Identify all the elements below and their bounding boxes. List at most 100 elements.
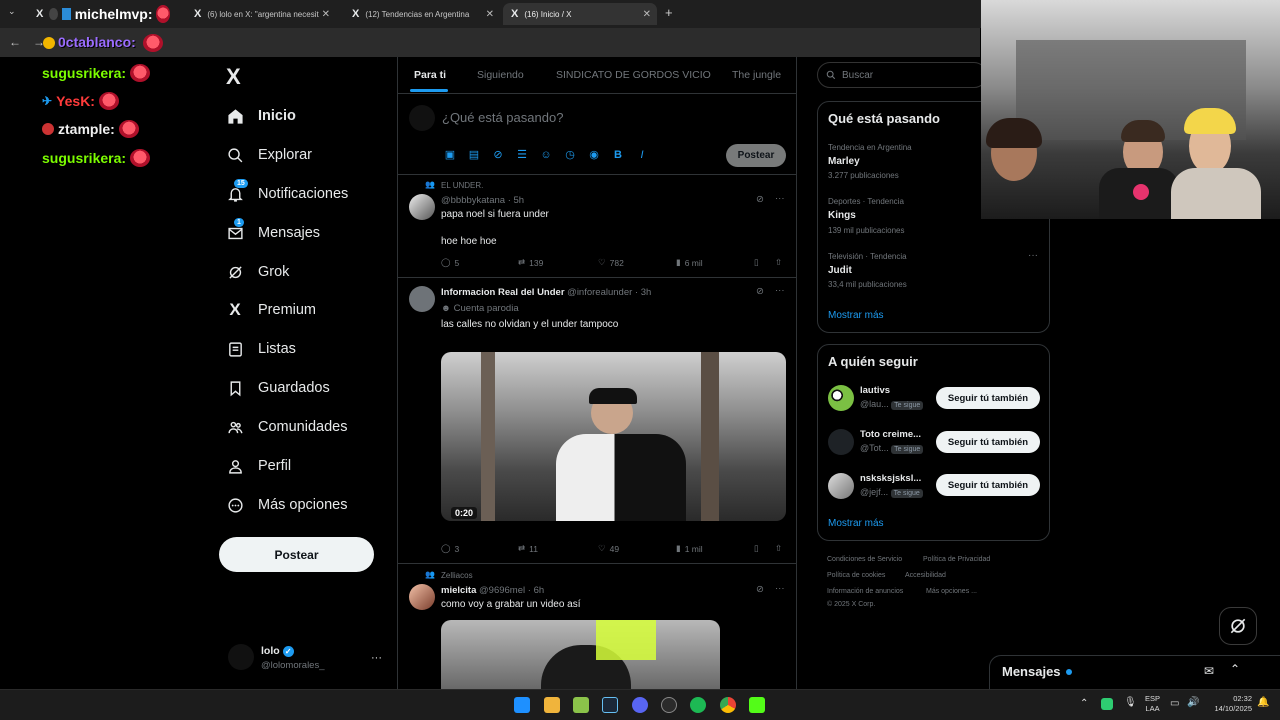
- footer-link[interactable]: Condiciones de Servicio: [827, 556, 902, 563]
- sidebar-item-explorar[interactable]: Explorar: [226, 143, 312, 167]
- clock[interactable]: 02:32 14/10/2025: [1208, 694, 1252, 714]
- sidebar-item-guardados[interactable]: Guardados: [226, 376, 330, 400]
- tweet-header[interactable]: @bbbbykatana · 5h: [441, 195, 524, 206]
- account-name[interactable]: lolo ✓: [261, 645, 294, 657]
- poll-icon[interactable]: ☰: [516, 149, 528, 161]
- tab-the-jungle[interactable]: The jungle: [732, 69, 781, 81]
- chrome-icon[interactable]: [720, 697, 736, 713]
- network-icon[interactable]: ▭: [1170, 698, 1179, 709]
- repost-button[interactable]: ⇄ 139: [518, 257, 543, 268]
- kick-icon[interactable]: [749, 697, 765, 713]
- show-more-link[interactable]: Mostrar más: [828, 310, 884, 321]
- emoji-icon[interactable]: ☺: [540, 149, 552, 161]
- location-icon[interactable]: ◉: [588, 149, 600, 161]
- sidebar-item-listas[interactable]: Listas: [226, 337, 296, 361]
- footer-link[interactable]: Más opciones ...: [926, 588, 977, 595]
- discord-icon[interactable]: [632, 697, 648, 713]
- avatar[interactable]: [409, 286, 435, 312]
- share-icon[interactable]: ⇧: [775, 257, 782, 268]
- address-bar[interactable]: ← → 0ctablanco:: [0, 28, 980, 57]
- mic-icon[interactable]: 🎙: [1124, 697, 1137, 708]
- follow-button[interactable]: Seguir tú también: [936, 431, 1040, 453]
- expand-icon[interactable]: ⌃: [1230, 662, 1240, 676]
- image-icon[interactable]: ▣: [444, 149, 456, 161]
- bookmark-icon[interactable]: ▯: [754, 257, 759, 268]
- tab-para-ti[interactable]: Para ti: [414, 69, 446, 81]
- show-more-link[interactable]: Mostrar más: [828, 518, 884, 529]
- avatar[interactable]: [828, 385, 854, 411]
- account-more-icon[interactable]: ···: [371, 652, 382, 664]
- follow-name[interactable]: Toto creime...: [860, 429, 921, 440]
- trend-name[interactable]: Marley: [828, 156, 860, 167]
- more-icon[interactable]: ···: [1028, 250, 1038, 261]
- avatar[interactable]: [228, 644, 254, 670]
- tweet-context[interactable]: EL UNDER.: [441, 181, 483, 190]
- x-logo[interactable]: X: [226, 64, 241, 90]
- sidebar-item-inicio[interactable]: Inicio: [226, 104, 296, 128]
- post-button[interactable]: Postear: [219, 537, 374, 572]
- compose-post-button[interactable]: Postear: [726, 144, 786, 167]
- trend-name[interactable]: Judit: [828, 265, 852, 276]
- follow-name[interactable]: nsksksjsksl...: [860, 473, 921, 484]
- reply-button[interactable]: ◯ 5: [441, 257, 459, 268]
- follow-button[interactable]: Seguir tú también: [936, 474, 1040, 496]
- avatar[interactable]: [409, 584, 435, 610]
- chevron-up-icon[interactable]: ⌃: [1080, 698, 1088, 709]
- share-icon[interactable]: ⇧: [775, 543, 782, 554]
- trend-name[interactable]: Kings: [828, 210, 856, 221]
- bookmark-icon[interactable]: ▯: [754, 543, 759, 554]
- grok-icon[interactable]: ⊘: [492, 149, 504, 161]
- follow-button[interactable]: Seguir tú también: [936, 387, 1040, 409]
- bold-icon[interactable]: B: [612, 149, 624, 161]
- grok-icon[interactable]: ⊘: [756, 286, 764, 297]
- new-tab-button[interactable]: +: [665, 5, 673, 20]
- steam-icon[interactable]: [602, 697, 618, 713]
- footer-link[interactable]: Política de cookies: [827, 572, 885, 579]
- views-button[interactable]: ▮ 6 mil: [676, 257, 703, 268]
- tab-siguiendo[interactable]: Siguiendo: [477, 69, 524, 81]
- sidebar-item-comunidades[interactable]: Comunidades: [226, 415, 347, 439]
- sidebar-item-notificaciones[interactable]: 15 Notificaciones: [226, 179, 348, 206]
- reply-button[interactable]: ◯ 3: [441, 543, 459, 554]
- footer-link[interactable]: Accesibilidad: [905, 572, 946, 579]
- schedule-icon[interactable]: ◷: [564, 149, 576, 161]
- app-icon[interactable]: [573, 697, 589, 713]
- spotify-icon[interactable]: [690, 697, 706, 713]
- tweet-header[interactable]: mielcita @9696mel · 6h: [441, 585, 544, 596]
- tab-tendencias[interactable]: X (12) Tendencias en Argentina ✕: [344, 3, 500, 25]
- sidebar-item-premium[interactable]: X Premium: [226, 298, 316, 322]
- grok-icon[interactable]: ⊘: [756, 584, 764, 595]
- more-icon[interactable]: ···: [775, 583, 785, 594]
- back-icon[interactable]: ←: [9, 35, 21, 49]
- file-explorer-icon[interactable]: [544, 697, 560, 713]
- avatar[interactable]: [409, 194, 435, 220]
- footer-link[interactable]: Política de Privacidad: [923, 556, 990, 563]
- follow-name[interactable]: lautivs: [860, 385, 890, 396]
- tweet-context[interactable]: Zelliacos: [441, 571, 473, 580]
- tab-sindicato[interactable]: SINDICATO DE GORDOS VICIO: [556, 69, 711, 81]
- tab-inicio[interactable]: X (16) Inicio / X ✕: [503, 3, 657, 25]
- like-button[interactable]: ♡ 782: [598, 257, 624, 268]
- more-icon[interactable]: ···: [775, 193, 785, 204]
- views-button[interactable]: ▮ 1 mil: [676, 543, 703, 554]
- tweet-image[interactable]: [441, 620, 720, 689]
- tweet-video[interactable]: 0:20: [441, 352, 786, 521]
- more-icon[interactable]: ···: [775, 285, 785, 296]
- tab-lolo[interactable]: X (6) lolo en X: "argentina necesit ✕: [186, 3, 336, 25]
- search-input[interactable]: Buscar: [817, 62, 987, 88]
- messages-drawer[interactable]: Mensajes ✉ ⌃: [989, 655, 1280, 689]
- new-message-icon[interactable]: ✉: [1204, 664, 1214, 678]
- compose-input[interactable]: ¿Qué está pasando?: [442, 110, 563, 125]
- close-icon[interactable]: ✕: [322, 9, 330, 20]
- language-indicator[interactable]: ESP LAA: [1145, 694, 1160, 714]
- obs-icon[interactable]: [661, 697, 677, 713]
- tab-overlay[interactable]: X michelmvp:: [28, 3, 178, 25]
- avatar[interactable]: [828, 473, 854, 499]
- repost-button[interactable]: ⇄ 11: [518, 543, 538, 554]
- footer-link[interactable]: Información de anuncios: [827, 588, 903, 595]
- windows-start-icon[interactable]: [514, 697, 530, 713]
- tweet-header[interactable]: Informacion Real del Under @inforealunde…: [441, 287, 651, 298]
- italic-icon[interactable]: I: [636, 149, 648, 161]
- tab-list-icon[interactable]: ⌄: [8, 6, 16, 17]
- grok-icon[interactable]: ⊘: [756, 194, 764, 205]
